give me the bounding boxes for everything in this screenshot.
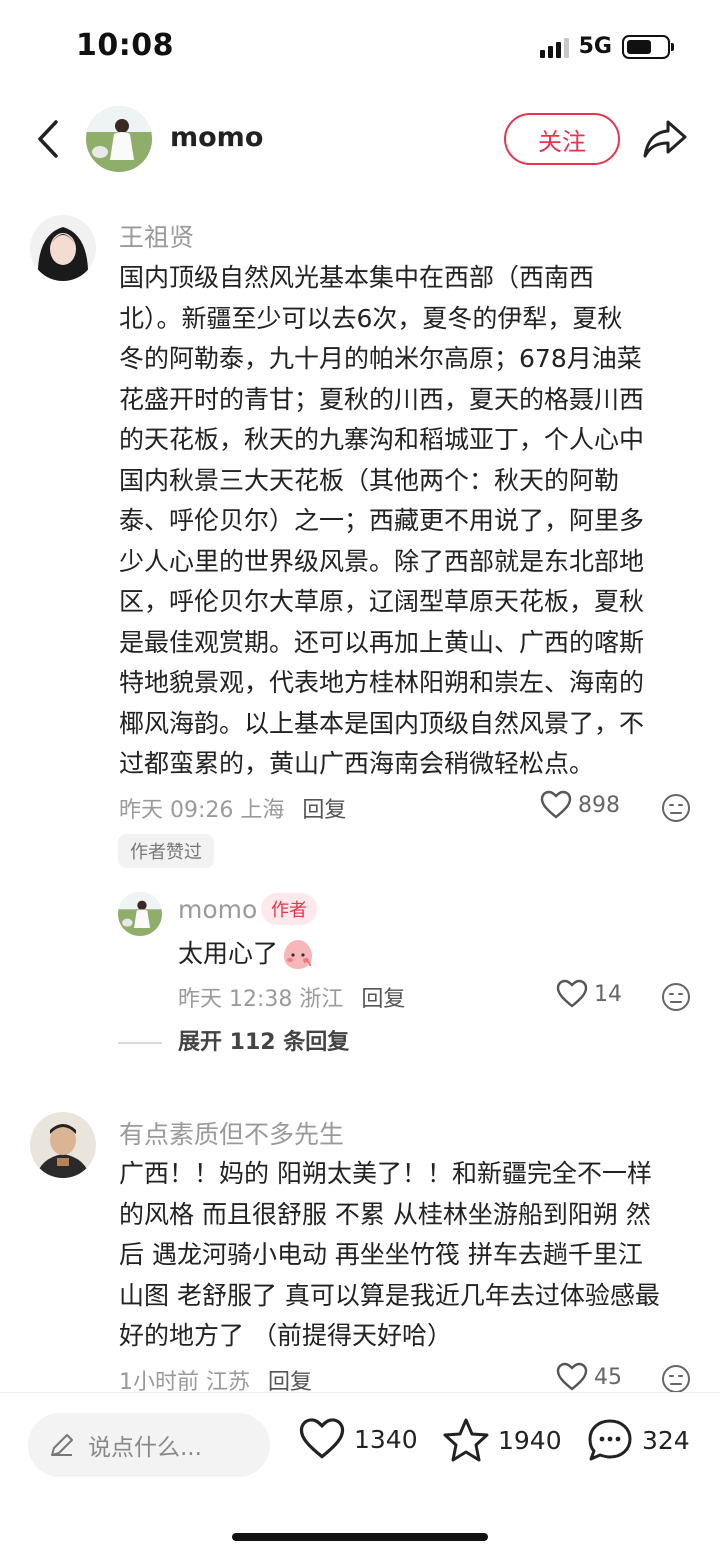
emoji-icon	[662, 1365, 690, 1393]
back-button[interactable]	[30, 116, 70, 162]
post-comment-count: 324	[642, 1425, 690, 1455]
author-liked-badge: 作者赞过	[118, 834, 214, 868]
reply-meta: 昨天 12:38 浙江 回复	[178, 981, 405, 1013]
comment-time: 昨天 09:26	[119, 798, 234, 823]
comment-line: 国内秋景三大天花板（其他两个：秋天的阿勒	[119, 465, 620, 495]
comment-line: 特地貌景观，代表地方桂林阳朔和崇左、海南的	[119, 668, 645, 697]
pencil-icon	[51, 1434, 73, 1456]
author-name[interactable]: momo	[170, 122, 263, 153]
chat-bubble-icon	[588, 1419, 632, 1461]
comment-line: 后 遇龙河骑小电动 再坐坐竹筏 拼车去趟千里江	[119, 1240, 643, 1269]
back-icon	[38, 120, 58, 158]
share-icon	[643, 120, 687, 158]
expand-divider	[118, 1042, 162, 1044]
comment-line: 国内顶级自然风光基本集中在西部（西南西	[119, 263, 595, 292]
emoji-react-button[interactable]	[661, 1364, 691, 1394]
commenter-avatar[interactable]	[30, 215, 96, 281]
expand-replies-button[interactable]: 展开 112 条回复	[178, 1024, 349, 1056]
comment-line: 椰风海韵。以上基本是国内顶级自然风景了，不	[119, 708, 645, 738]
comment-input-placeholder: 说点什么...	[88, 1435, 202, 1461]
heart-icon	[556, 1362, 588, 1391]
status-indicators: 5G	[539, 34, 674, 59]
heart-icon	[299, 1418, 345, 1459]
heart-icon	[556, 979, 588, 1008]
like-count: 898	[578, 792, 620, 818]
favorite-post-button[interactable]: 1940	[442, 1417, 562, 1463]
blush-emoji	[284, 940, 313, 970]
heart-icon	[540, 790, 572, 819]
commenter-name[interactable]: 王祖贤	[119, 218, 194, 254]
like-count: 14	[594, 981, 622, 1007]
commenter-avatar[interactable]	[30, 1112, 96, 1178]
star-icon	[443, 1418, 489, 1462]
emoji-icon	[662, 794, 690, 822]
comment-line: 北）。新疆至少可以去6次，夏冬的伊犁，夏秋	[119, 303, 623, 333]
comment-line: 冬的阿勒泰，九十月的帕米尔高原；678月油菜	[119, 344, 642, 373]
reply-username[interactable]: momo	[178, 895, 257, 924]
comment-line: 少人心里的世界级风景。除了西部就是东北部地	[119, 546, 645, 576]
post-favorite-count: 1940	[498, 1425, 562, 1455]
comment-line: 山图 老舒服了 真可以算是我近几年去过体验感最	[119, 1280, 660, 1310]
comment-line: 过都蛮累的，黄山广西海南会稍微轻松点。	[119, 749, 595, 778]
battery-icon	[622, 34, 674, 59]
comment-line: 广西！！妈的 阳朔太美了！！和新疆完全不一样	[119, 1159, 652, 1188]
post-like-count: 1340	[354, 1424, 418, 1454]
status-time: 10:08	[76, 28, 174, 63]
author-tag: 作者	[261, 893, 317, 925]
like-count: 45	[594, 1364, 622, 1390]
comment-meta: 昨天 09:26 上海 回复	[119, 792, 346, 824]
share-button[interactable]	[642, 118, 688, 160]
like-post-button[interactable]: 1340	[298, 1417, 418, 1461]
comment-like-button[interactable]: 45	[556, 1362, 622, 1392]
bottom-action-bar: 说点什么... 1340 1940 324	[0, 1392, 720, 1558]
comment-line: 好的地方了 （前提得天好哈）	[119, 1321, 452, 1350]
reply-text[interactable]: 太用心了	[178, 934, 316, 975]
signal-icon	[539, 36, 569, 58]
comment-line: 的风格 而且很舒服 不累 从桂林坐游船到阳朔 然	[119, 1199, 651, 1229]
reply-button[interactable]: 回复	[361, 981, 405, 1013]
comment-input[interactable]: 说点什么...	[28, 1413, 270, 1477]
author-avatar[interactable]	[86, 106, 152, 172]
comment-post-button[interactable]: 324	[586, 1417, 690, 1463]
follow-button[interactable]: 关注	[504, 113, 620, 165]
emoji-icon	[662, 983, 690, 1011]
reply-location: 浙江	[299, 987, 344, 1012]
emoji-react-button[interactable]	[661, 982, 691, 1012]
reply-button[interactable]: 回复	[302, 792, 346, 824]
reply-time: 昨天 12:38	[178, 987, 293, 1012]
comment-line: 的天花板，秋天的九寨沟和稻城亚丁，个人心中	[119, 425, 645, 454]
home-indicator[interactable]	[232, 1533, 488, 1541]
reply-avatar[interactable]	[118, 892, 162, 936]
reply-like-button[interactable]: 14	[556, 979, 622, 1009]
comment-line: 是最佳观赏期。还可以再加上黄山、广西的喀斯	[119, 627, 645, 657]
comment-location: 上海	[240, 798, 285, 823]
commenter-name[interactable]: 有点素质但不多先生	[119, 1115, 344, 1151]
comment-line: 花盛开时的青甘；夏秋的川西，夏天的格聂川西	[119, 384, 645, 414]
comment-text[interactable]: 广西！！妈的 阳朔太美了！！和新疆完全不一样 的风格 而且很舒服 不累 从桂林坐…	[119, 1154, 699, 1357]
reply-text-content: 太用心了	[178, 939, 279, 968]
comment-line: 泰、呼伦贝尔）之一；西藏更不用说了，阿里多	[119, 506, 645, 535]
comment-line: 区，呼伦贝尔大草原，辽阔型草原天花板，夏秋	[119, 587, 645, 616]
post-header: momo 关注	[0, 100, 720, 178]
comment-like-button[interactable]: 898	[540, 790, 620, 820]
network-label: 5G	[578, 34, 612, 59]
status-bar: 10:08 5G	[0, 0, 720, 96]
emoji-react-button[interactable]	[661, 793, 691, 823]
comment-text[interactable]: 国内顶级自然风光基本集中在西部（西南西 北）。新疆至少可以去6次，夏冬的伊犁，夏…	[119, 258, 689, 785]
